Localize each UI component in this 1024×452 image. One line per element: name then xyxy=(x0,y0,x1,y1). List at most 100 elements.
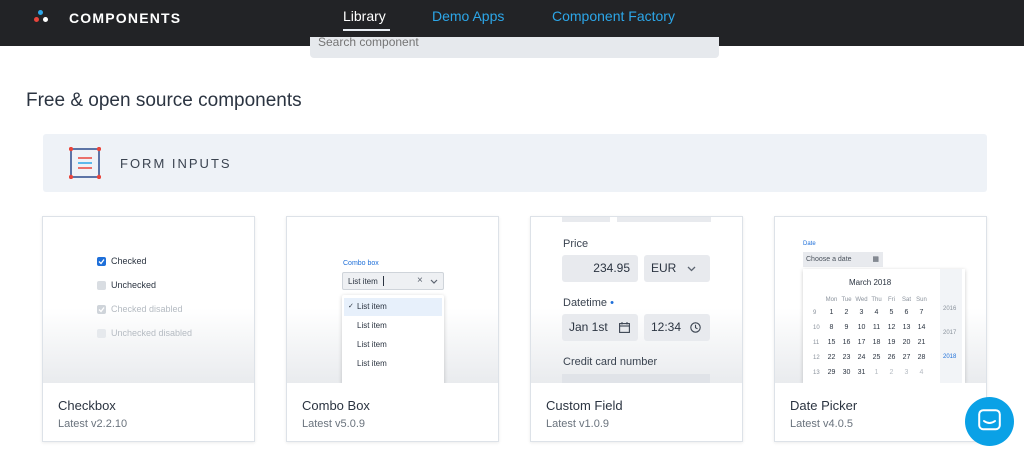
day-cell: 25 xyxy=(872,354,881,361)
logo-icon[interactable] xyxy=(34,7,54,27)
checkbox-label: Unchecked disabled xyxy=(111,328,193,338)
search-input[interactable] xyxy=(318,37,698,49)
search-bar xyxy=(310,37,719,58)
text-cursor xyxy=(383,276,384,286)
required-marker: • xyxy=(610,297,614,309)
list-item-label: List item xyxy=(357,302,387,311)
week-number: 9 xyxy=(813,309,817,316)
day-cell: 20 xyxy=(902,339,911,346)
nav-library[interactable]: Library xyxy=(343,8,386,24)
year-option: 2017 xyxy=(943,330,957,336)
page-title: Free & open source components xyxy=(26,90,302,111)
year-option: 2018 xyxy=(943,354,957,360)
list-item-label: List item xyxy=(357,359,387,368)
day-cell: 14 xyxy=(917,324,926,331)
logo-dot-white xyxy=(43,17,48,22)
day-cell: 27 xyxy=(902,354,911,361)
card-title: Checkbox xyxy=(58,398,116,413)
card-preview: Price 234.95 EUR Datetime • Jan 1st 12:3… xyxy=(531,217,742,383)
calendar-grid: Mon Tue Wed Thu Fri Sat Sun 9 1 2 3 4 5 … xyxy=(813,294,939,380)
check-icon xyxy=(98,307,105,313)
card-combo-box[interactable]: Combo box List item × ✓ List item List i… xyxy=(286,216,499,442)
card-version: Latest v2.2.10 xyxy=(58,418,128,430)
week-number: 10 xyxy=(813,324,820,331)
card-version: Latest v5.0.9 xyxy=(302,418,365,430)
week-row: 11 15 16 17 18 19 20 21 xyxy=(813,335,939,350)
day-cell: 3 xyxy=(904,369,909,376)
form-inputs-icon xyxy=(69,147,101,179)
day-cell: 30 xyxy=(842,369,851,376)
year-option: 2016 xyxy=(943,306,957,312)
logo-dot-blue xyxy=(38,10,43,15)
date-input: Choose a date ▦ xyxy=(803,252,883,267)
day-cell: 2 xyxy=(889,369,894,376)
weekday-label: Wed xyxy=(855,296,868,303)
field-partial xyxy=(617,217,711,222)
check-icon: ✓ xyxy=(348,303,354,310)
brand-name[interactable]: COMPONENTS xyxy=(69,10,181,26)
day-cell: 22 xyxy=(827,354,836,361)
day-cell: 6 xyxy=(904,309,909,316)
chevron-down-icon xyxy=(430,279,438,284)
checkbox-box xyxy=(97,329,106,338)
card-title: Custom Field xyxy=(546,398,623,413)
section-form-inputs[interactable]: FORM INPUTS xyxy=(43,134,987,192)
chat-button[interactable] xyxy=(965,397,1014,446)
day-cell: 24 xyxy=(857,354,866,361)
price-label: Price xyxy=(563,238,589,250)
week-row: 12 22 23 24 25 26 27 28 xyxy=(813,350,939,365)
week-number: 11 xyxy=(813,339,820,346)
day-cell: 18 xyxy=(872,339,881,346)
week-number: 12 xyxy=(813,354,820,361)
list-item: List item xyxy=(344,355,442,373)
list-item: List item xyxy=(344,317,442,335)
weekday-label: Sat xyxy=(901,296,911,303)
section-title: FORM INPUTS xyxy=(120,156,232,171)
clock-icon xyxy=(690,322,701,333)
credit-card-field xyxy=(562,374,710,383)
date-value: Jan 1st xyxy=(569,320,608,334)
year-selector: 2016 2017 2018 xyxy=(940,269,962,383)
checkbox-label: Unchecked xyxy=(111,280,157,290)
weekday-label: Mon xyxy=(825,296,838,303)
list-item-label: List item xyxy=(357,321,387,330)
day-cell: 2 xyxy=(844,309,849,316)
day-cell: 8 xyxy=(829,324,834,331)
weekday-label: Fri xyxy=(888,296,895,303)
card-checkbox[interactable]: Checked Unchecked Checked disabled Unche… xyxy=(42,216,255,442)
day-cell: 21 xyxy=(917,339,926,346)
day-cell: 16 xyxy=(842,339,851,346)
date-placeholder: Choose a date xyxy=(806,256,852,263)
card-title: Date Picker xyxy=(790,398,858,413)
credit-card-label: Credit card number xyxy=(563,356,658,368)
calendar-icon: ▦ xyxy=(872,256,879,263)
day-cell: 28 xyxy=(917,354,926,361)
currency-value: EUR xyxy=(651,261,677,275)
card-preview: Date Choose a date ▦ March 2018 Mon Tue … xyxy=(775,217,986,383)
datetime-label: Datetime • xyxy=(563,297,614,309)
nav-component-factory[interactable]: Component Factory xyxy=(552,8,675,24)
nav-demo-apps[interactable]: Demo Apps xyxy=(432,8,504,24)
card-date-picker[interactable]: Date Choose a date ▦ March 2018 Mon Tue … xyxy=(774,216,987,442)
week-row: 9 1 2 3 4 5 6 7 xyxy=(813,305,939,320)
check-icon xyxy=(98,259,105,265)
chat-icon xyxy=(978,409,1001,431)
day-cell: 1 xyxy=(829,309,834,316)
logo-dot-red xyxy=(34,17,39,22)
currency-select: EUR xyxy=(644,255,710,282)
day-cell: 11 xyxy=(872,324,881,331)
card-version: Latest v4.0.5 xyxy=(790,418,853,430)
weekday-label: Sun xyxy=(916,296,927,303)
weekday-label: Tue xyxy=(841,296,852,303)
price-field: 234.95 xyxy=(562,255,638,282)
card-custom-field[interactable]: Price 234.95 EUR Datetime • Jan 1st 12:3… xyxy=(530,216,743,442)
list-item-label: List item xyxy=(357,340,387,349)
day-cell: 15 xyxy=(827,339,836,346)
card-preview: Checked Unchecked Checked disabled Unche… xyxy=(43,217,254,383)
calendar-popup: March 2018 Mon Tue Wed Thu Fri Sat Sun 9… xyxy=(803,269,965,383)
clear-icon: × xyxy=(417,275,423,286)
time-value: 12:34 xyxy=(651,320,682,334)
time-field: 12:34 xyxy=(644,314,710,341)
combo-box-value: List item xyxy=(348,277,378,286)
card-version: Latest v1.0.9 xyxy=(546,418,609,430)
